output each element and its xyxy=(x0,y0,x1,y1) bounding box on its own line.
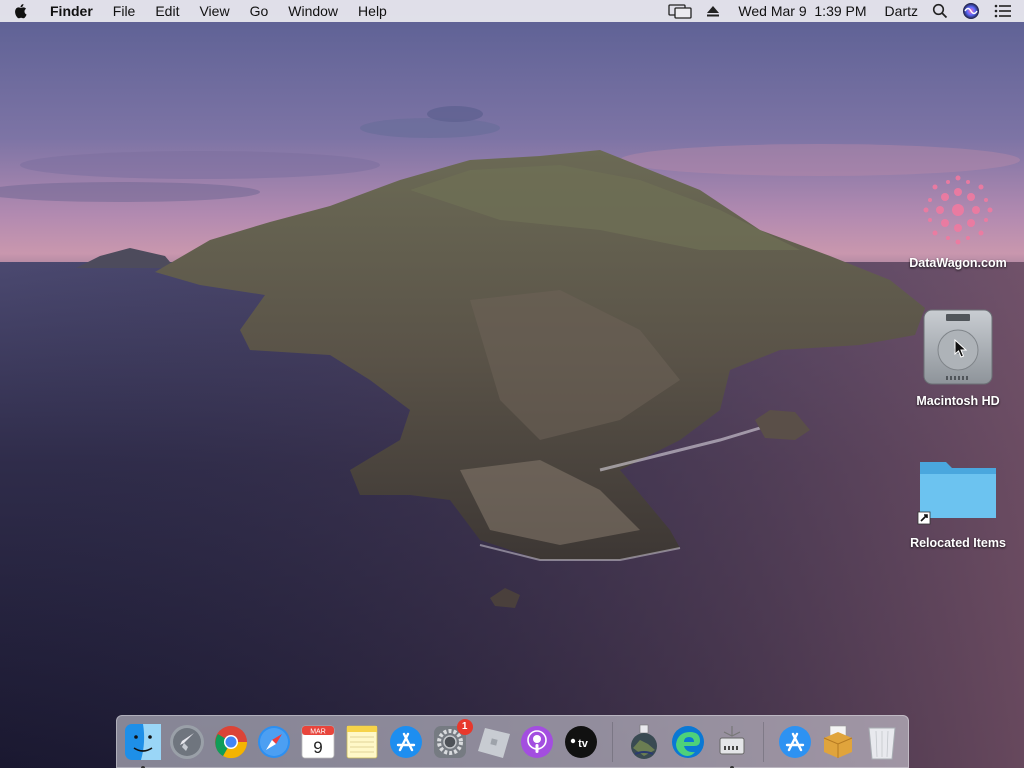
dock-separator xyxy=(612,721,614,762)
dock-separator xyxy=(762,721,764,762)
dock-item-network-utility[interactable] xyxy=(712,722,752,768)
menu-view[interactable]: View xyxy=(189,0,239,22)
dock-item-podcasts[interactable] xyxy=(517,722,557,762)
dock-item-macos-installer[interactable] xyxy=(624,722,664,762)
finder-icon xyxy=(124,723,161,760)
menubar-user[interactable]: Dartz xyxy=(885,3,918,19)
desktop-icon-relocated-items[interactable]: Relocated Items xyxy=(898,454,1018,550)
app-menu-finder[interactable]: Finder xyxy=(40,0,103,22)
dock-item-trash[interactable] xyxy=(862,722,902,762)
folder-alias-icon xyxy=(917,462,996,525)
menu-file[interactable]: File xyxy=(103,0,146,22)
dock-item-chrome[interactable] xyxy=(211,722,251,762)
macos-installer-icon xyxy=(631,724,658,759)
desktop-icon-datawagon[interactable]: DataWagon.com xyxy=(898,170,1018,270)
safari-icon xyxy=(258,725,291,758)
dock-item-calendar[interactable]: MAR 9 xyxy=(298,722,338,762)
dock-item-safari[interactable] xyxy=(254,722,294,762)
desktop-icon-label: DataWagon.com xyxy=(909,256,1007,270)
datawagon-logo-icon xyxy=(923,175,993,245)
siri-icon[interactable] xyxy=(962,2,980,20)
desktop-icon-label: Relocated Items xyxy=(910,536,1006,550)
apple-logo-icon xyxy=(15,4,27,19)
calendar-month: MAR xyxy=(310,728,326,735)
dock-item-edge[interactable] xyxy=(668,722,708,762)
podcasts-icon xyxy=(521,725,554,758)
dock-item-finder[interactable] xyxy=(123,722,163,768)
search-icon[interactable] xyxy=(932,3,948,19)
desktop-wallpaper xyxy=(0,0,1024,768)
dock-item-roblox[interactable] xyxy=(474,722,514,762)
package-icon xyxy=(824,725,853,758)
menu-edit[interactable]: Edit xyxy=(145,0,189,22)
roblox-icon xyxy=(477,727,510,758)
app-store-folder-icon xyxy=(778,725,811,758)
notification-badge: 1 xyxy=(456,718,473,735)
menu-bar: Finder File Edit View Go Window Help Wed… xyxy=(0,0,1024,22)
launchpad-icon xyxy=(169,724,204,759)
dock-item-app-store-downloads[interactable] xyxy=(775,722,815,762)
display-mirroring-icon[interactable] xyxy=(668,3,693,19)
menu-help[interactable]: Help xyxy=(348,0,397,22)
dock-item-archive[interactable] xyxy=(818,722,858,762)
mouse-cursor-icon xyxy=(954,339,968,358)
apple-menu-button[interactable] xyxy=(0,3,40,19)
menu-window[interactable]: Window xyxy=(278,0,348,22)
chrome-icon xyxy=(214,725,247,758)
calendar-icon: MAR 9 xyxy=(301,725,335,758)
calendar-day: 9 xyxy=(313,738,322,757)
eject-icon[interactable] xyxy=(706,4,720,18)
notes-icon xyxy=(346,725,378,758)
app-store-icon xyxy=(389,725,422,758)
dock: MAR 9 1 tv xyxy=(116,715,909,768)
dock-item-tv[interactable]: tv xyxy=(561,722,601,762)
edge-icon xyxy=(671,725,704,758)
dock-item-launchpad[interactable] xyxy=(167,722,207,762)
dock-item-app-store[interactable] xyxy=(386,722,426,762)
dock-item-notes[interactable] xyxy=(342,722,382,762)
menu-go[interactable]: Go xyxy=(240,0,279,22)
dock-item-system-preferences[interactable]: 1 xyxy=(430,718,473,762)
desktop-icon-label: Macintosh HD xyxy=(916,394,1000,408)
apple-tv-icon: tv xyxy=(565,725,598,758)
wallpaper-island-illustration xyxy=(0,106,1024,768)
menubar-clock[interactable]: Wed Mar 9 1:39 PM xyxy=(738,3,866,19)
network-utility-icon xyxy=(719,725,745,754)
tv-label: tv xyxy=(578,738,589,750)
trash-icon xyxy=(868,727,896,759)
notification-center-icon[interactable] xyxy=(994,4,1012,18)
